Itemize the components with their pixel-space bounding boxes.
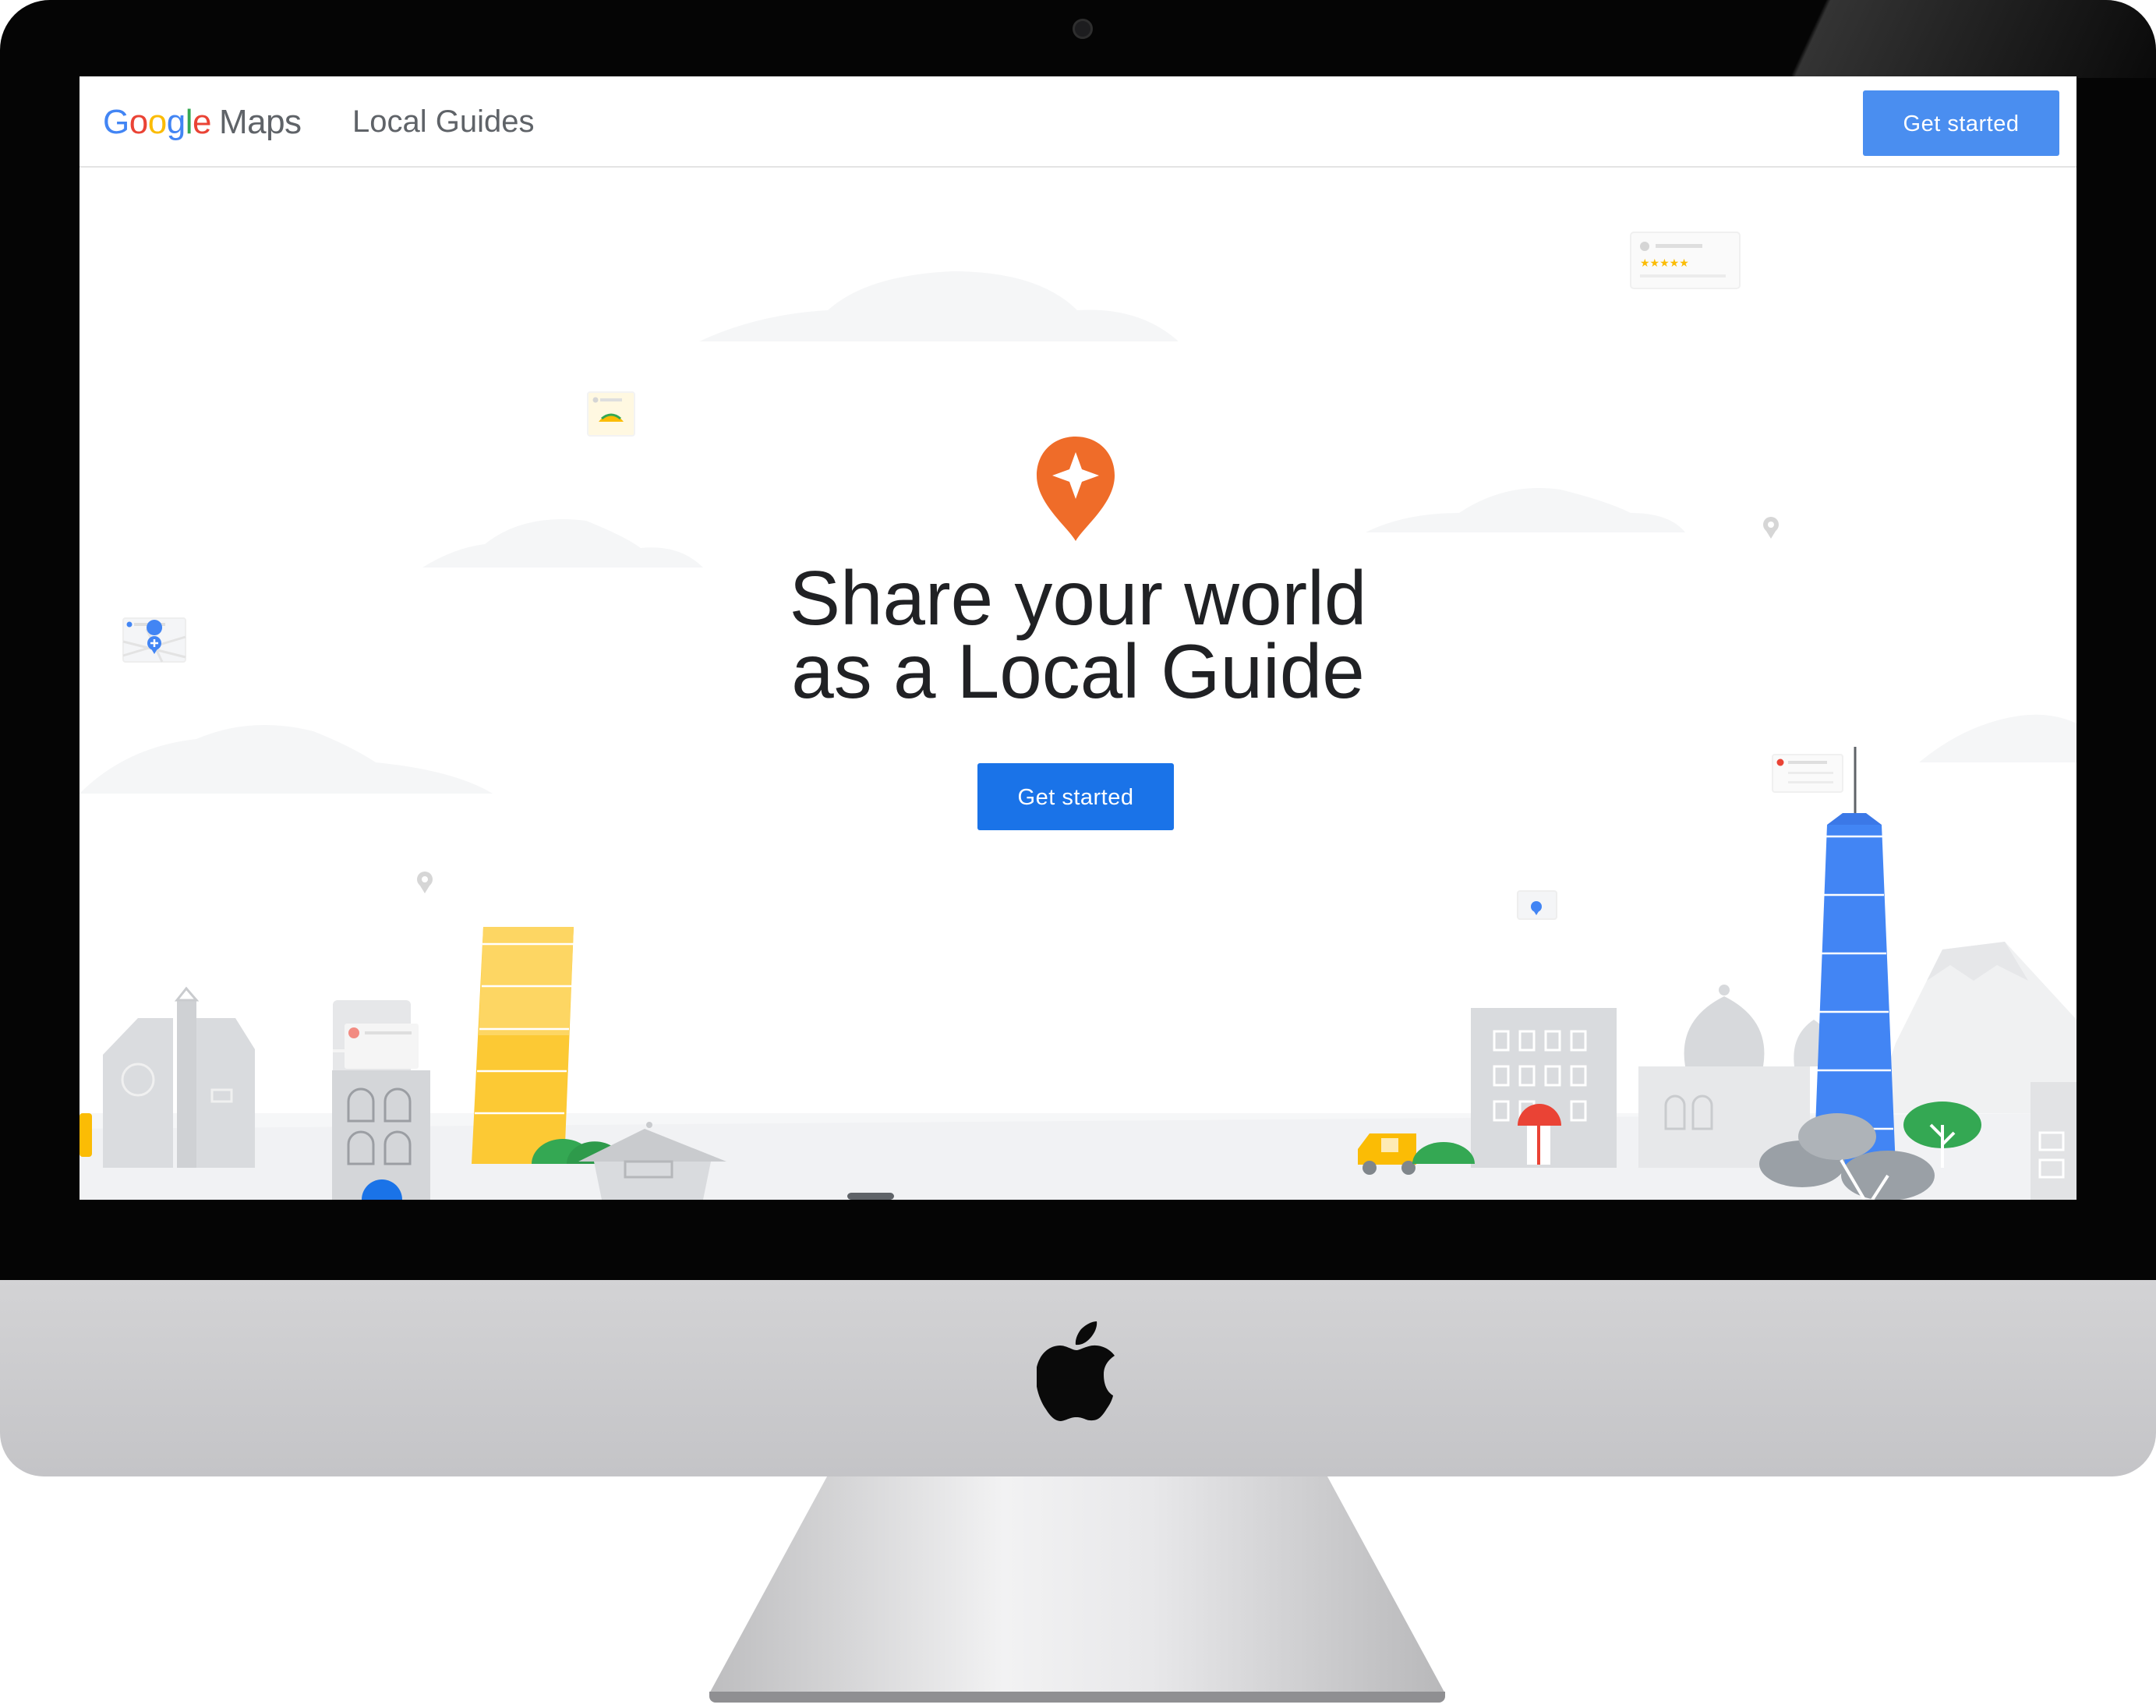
bezel-glare bbox=[1704, 0, 2156, 78]
hero-headline-line1: Share your world bbox=[789, 555, 1367, 641]
food-card-taco bbox=[587, 391, 635, 437]
top-navigation-bar: Google Maps Local Guides Get started bbox=[80, 76, 2076, 168]
small-card-on-building bbox=[345, 1024, 419, 1069]
svg-text:★★★★★: ★★★★★ bbox=[1640, 257, 1689, 270]
get-started-header-button[interactable]: Get started bbox=[1863, 90, 2059, 156]
building-yellow-tower bbox=[472, 927, 574, 1164]
map-card-small bbox=[1517, 890, 1557, 920]
cloud bbox=[1366, 488, 1685, 532]
imac-stand-base bbox=[709, 1692, 1445, 1703]
checklist-card bbox=[1772, 754, 1843, 793]
imac-device-frame: ★★★★★ Google Maps Local Guides Get start… bbox=[0, 0, 2156, 1708]
car-roof-center bbox=[847, 1193, 894, 1200]
cloud bbox=[699, 271, 1179, 341]
yellow-taxi-left bbox=[80, 1113, 92, 1157]
browser-viewport: ★★★★★ Google Maps Local Guides Get start… bbox=[80, 76, 2076, 1200]
apple-logo-icon bbox=[1037, 1321, 1115, 1421]
camera-icon bbox=[1073, 19, 1093, 39]
pin-icon bbox=[417, 872, 433, 893]
building-arches bbox=[332, 1070, 430, 1200]
pin-icon bbox=[1763, 517, 1779, 539]
cloud bbox=[422, 519, 703, 568]
maps-wordmark: Maps bbox=[218, 103, 302, 141]
imac-stand bbox=[709, 1476, 1445, 1694]
building-blue-skyscraper bbox=[1814, 747, 1896, 1168]
building-gothic bbox=[103, 986, 255, 1168]
review-card-stars: ★★★★★ bbox=[1630, 232, 1741, 289]
cloud bbox=[1919, 714, 2076, 762]
cloud bbox=[80, 725, 493, 794]
hero-headline-line2: as a Local Guide bbox=[791, 628, 1365, 714]
get-started-hero-button[interactable]: Get started bbox=[977, 763, 1174, 830]
google-maps-logo[interactable]: Google Maps bbox=[103, 103, 302, 142]
local-guides-title[interactable]: Local Guides bbox=[352, 104, 534, 140]
local-guides-star-pin-icon bbox=[1037, 437, 1115, 541]
building-edge-right bbox=[2031, 1082, 2076, 1200]
hero-headline: Share your world as a Local Guide bbox=[80, 555, 2076, 714]
google-wordmark: Google bbox=[103, 103, 211, 141]
